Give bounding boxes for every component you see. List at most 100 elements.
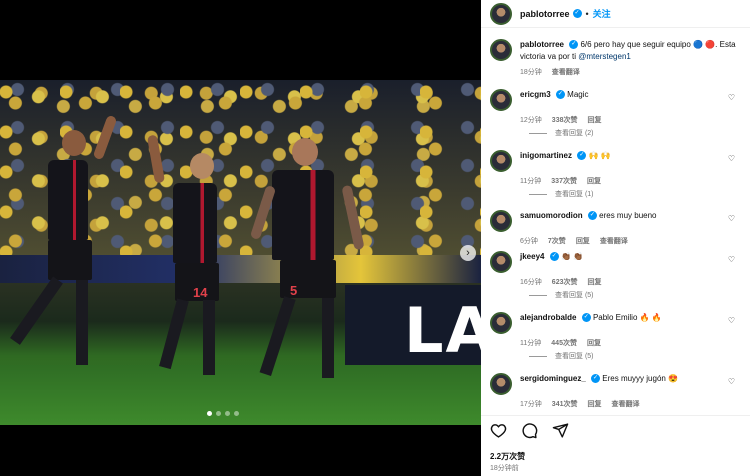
heart-icon[interactable]: ♡ — [728, 93, 735, 102]
avatar[interactable] — [490, 89, 512, 111]
view-replies-label[interactable]: 查看回复 (5) — [555, 290, 594, 300]
verified-icon: ✓ — [577, 151, 587, 161]
comment-likes[interactable]: 7次赞 — [548, 236, 566, 246]
heart-icon[interactable]: ♡ — [728, 377, 735, 386]
comment-text: 👏🏾 👏🏾 — [560, 252, 584, 261]
caption-text: pablotorree ✓ 6/6 pero hay que seguir eq… — [520, 39, 745, 63]
post-time: 18分钟前 — [490, 465, 519, 472]
avatar[interactable] — [490, 150, 512, 172]
avatar[interactable] — [490, 312, 512, 334]
carousel-dot[interactable] — [234, 411, 239, 416]
carousel-dots — [207, 411, 239, 416]
carousel-dot[interactable] — [216, 411, 221, 416]
divider — [481, 415, 750, 416]
avatar[interactable] — [490, 373, 512, 395]
comment-time: 16分钟 — [520, 279, 542, 286]
follow-button[interactable]: 关注 — [593, 7, 611, 20]
verified-icon: ✓ — [569, 40, 579, 50]
heart-icon[interactable]: ♡ — [728, 316, 735, 325]
avatar[interactable] — [490, 210, 512, 232]
post-username[interactable]: pablotorree — [520, 9, 570, 19]
list-item: sergidominguez_ ✓ Eres muyyy jugón 😍 17分… — [490, 373, 745, 409]
heart-icon[interactable]: ♡ — [728, 154, 735, 163]
comment-likes[interactable]: 623次赞 — [552, 277, 578, 287]
heart-icon[interactable]: ♡ — [728, 214, 735, 223]
verified-icon: ✓ — [572, 9, 582, 18]
comment-username[interactable]: samuomorodion — [520, 211, 583, 220]
comment-text: Magic — [567, 90, 589, 99]
comment-likes[interactable]: 341次赞 — [552, 399, 578, 409]
player-right: 5 — [249, 135, 380, 395]
jersey-number-14: 14 — [193, 285, 208, 300]
comment-time: 11分钟 — [520, 340, 542, 347]
list-item: inigomartinez ✓ 🙌 🙌 11分钟 337次赞 回复 ♡ — [490, 150, 745, 186]
separator-dot: • — [585, 8, 589, 19]
comment-username[interactable]: alejandrobalde — [520, 313, 576, 322]
list-item: ericgm3 ✓ Magic 12分钟 338次赞 回复 ♡ — [490, 89, 745, 125]
reply-button[interactable]: 回复 — [587, 399, 601, 409]
post-actions — [490, 422, 569, 439]
avatar[interactable] — [490, 251, 512, 273]
reply-button[interactable]: 回复 — [587, 338, 601, 348]
reply-button[interactable]: 回复 — [576, 236, 590, 246]
translate-button[interactable]: 查看翻译 — [600, 236, 628, 246]
carousel-dot[interactable] — [207, 411, 212, 416]
view-replies[interactable]: 查看回复 (5) — [529, 351, 594, 361]
list-item: alejandrobalde ✓ Pablo Emilio 🔥 🔥 11分钟 44… — [490, 312, 745, 348]
comment-username[interactable]: jkeey4 — [520, 252, 544, 261]
comment-time: 17分钟 — [520, 401, 542, 408]
likes-count[interactable]: 2.2万次赞 — [490, 451, 525, 462]
comment-likes[interactable]: 445次赞 — [551, 338, 577, 348]
comment-username[interactable]: ericgm3 — [520, 90, 551, 99]
caption-mention[interactable]: @mterstegen1 — [578, 52, 631, 61]
comment-text: 🙌 🙌 — [588, 151, 611, 160]
comments-list[interactable]: pablotorree ✓ 6/6 pero hay que seguir eq… — [481, 29, 750, 415]
comment-time: 6分钟 — [520, 238, 538, 245]
verified-icon: ✓ — [587, 211, 597, 221]
translate-button[interactable]: 查看翻译 — [611, 399, 639, 409]
view-replies-label[interactable]: 查看回复 (1) — [555, 189, 594, 199]
player-left: 9 — [10, 114, 120, 395]
share-icon[interactable] — [552, 422, 569, 439]
verified-icon: ✓ — [581, 313, 591, 323]
verified-icon: ✓ — [591, 374, 601, 384]
avatar[interactable] — [490, 2, 512, 25]
comment-likes[interactable]: 337次赞 — [551, 176, 577, 186]
comment-text: Pablo Emilio 🔥 🔥 — [592, 313, 662, 322]
caption: pablotorree ✓ 6/6 pero hay que seguir eq… — [490, 39, 745, 77]
post-photo[interactable]: LA 9 14 — [0, 80, 481, 425]
carousel-next-button[interactable]: › — [460, 245, 476, 261]
media-pane: LA 9 14 — [0, 0, 481, 476]
view-replies-label[interactable]: 查看回复 (2) — [555, 128, 594, 138]
caption-username[interactable]: pablotorree — [520, 40, 564, 49]
comment-username[interactable]: sergidominguez_ — [520, 374, 586, 383]
heart-icon[interactable]: ♡ — [728, 255, 735, 264]
reply-button[interactable]: 回复 — [587, 277, 601, 287]
view-replies-label[interactable]: 查看回复 (5) — [555, 351, 594, 361]
reply-button[interactable]: 回复 — [587, 176, 601, 186]
post-panel: pablotorree ✓ • 关注 pablotorree ✓ 6/6 per… — [481, 0, 750, 476]
caption-time: 18分钟 — [520, 69, 542, 76]
comment-text: eres muy bueno — [599, 211, 657, 220]
heart-icon[interactable] — [490, 422, 507, 439]
list-item: jkeey4 ✓ 👏🏾 👏🏾 16分钟 623次赞 回复 ♡ — [490, 251, 745, 287]
list-item: samuomorodion ✓ eres muy bueno 6分钟 7次赞 回复查… — [490, 210, 745, 246]
avatar[interactable] — [490, 39, 512, 61]
comment-icon[interactable] — [521, 422, 538, 439]
verified-icon: ✓ — [549, 252, 559, 262]
view-replies[interactable]: 查看回复 (1) — [529, 189, 594, 199]
comment-username[interactable]: inigomartinez — [520, 151, 572, 160]
chevron-right-icon: › — [466, 247, 470, 259]
view-replies[interactable]: 查看回复 (2) — [529, 128, 594, 138]
carousel-dot[interactable] — [225, 411, 230, 416]
pitch-board-text: LA — [404, 294, 481, 367]
reply-button[interactable]: 回复 — [587, 115, 601, 125]
comment-time: 11分钟 — [520, 178, 542, 185]
comment-likes[interactable]: 338次赞 — [552, 115, 578, 125]
caption-meta: 18分钟 查看翻译 — [520, 67, 745, 77]
verified-icon: ✓ — [555, 90, 565, 100]
player-middle: 14 — [145, 134, 235, 395]
view-replies[interactable]: 查看回复 (5) — [529, 290, 594, 300]
comment-text: Eres muyyy jugón 😍 — [602, 374, 679, 383]
translate-button[interactable]: 查看翻译 — [552, 67, 580, 77]
